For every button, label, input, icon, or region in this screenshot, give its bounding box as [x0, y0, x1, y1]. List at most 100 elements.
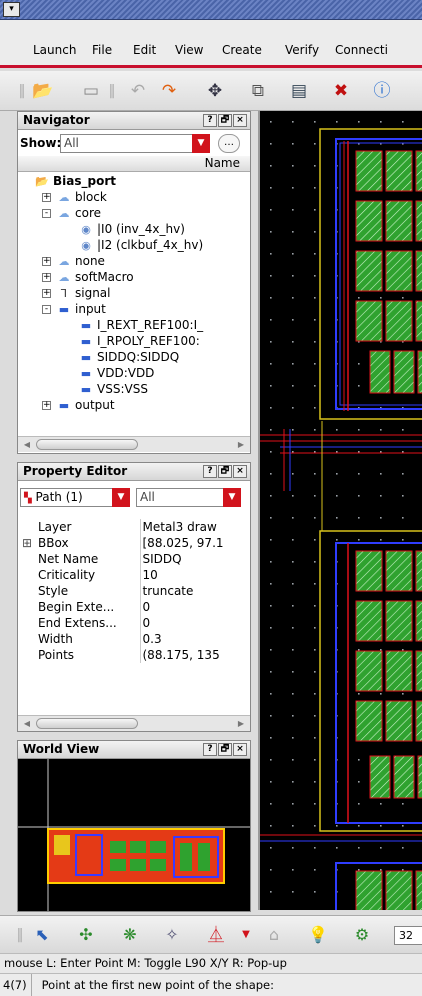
tree-item[interactable]: - ☁ core	[42, 206, 101, 221]
close-icon[interactable]: ×	[233, 114, 247, 127]
tree-item[interactable]: + ⅂ signal	[42, 286, 111, 301]
float-icon[interactable]: 🗗	[218, 465, 232, 478]
zoom-field[interactable]: 32	[394, 926, 422, 945]
property-row[interactable]: Style truncate	[18, 583, 236, 599]
tree-item[interactable]: 📂 Bias_port	[22, 174, 116, 189]
collapse-icon[interactable]: -	[42, 209, 51, 218]
property-value[interactable]: truncate	[140, 583, 236, 599]
properties-info-icon[interactable]: ⓘ	[371, 80, 393, 102]
expand-icon[interactable]: +	[42, 401, 51, 410]
select-mode-icon[interactable]: ✣	[74, 924, 98, 946]
property-row[interactable]: Net Name SIDDQ	[18, 551, 236, 567]
layout-canvas[interactable]	[258, 111, 422, 910]
tree-item[interactable]: + ▬ output	[42, 398, 115, 413]
expand-icon[interactable]: +	[42, 273, 51, 282]
net-icon: ⅂	[60, 287, 68, 300]
property-value[interactable]: SIDDQ	[140, 551, 236, 567]
move-icon[interactable]: ✥	[204, 80, 226, 102]
menu-verify[interactable]: Verify	[285, 43, 319, 57]
property-value[interactable]: Metal3 draw	[140, 519, 236, 535]
close-icon[interactable]: ×	[233, 465, 247, 478]
area-select-icon[interactable]: ❋	[118, 924, 142, 946]
path-object-label: Path (1)	[35, 490, 83, 504]
scroll-thumb[interactable]	[36, 439, 138, 450]
property-row[interactable]: Begin Exte... 0	[18, 599, 236, 615]
grid-snap-icon[interactable]: ⚙	[350, 924, 374, 946]
copy-icon[interactable]: ⧉	[247, 80, 269, 102]
property-expander-icon[interactable]: ⊞	[18, 535, 36, 551]
tree-item[interactable]: ▬ SIDDQ:SIDDQ	[66, 350, 179, 365]
scroll-right-icon[interactable]: ▶	[234, 717, 248, 730]
world-view-canvas[interactable]	[18, 759, 250, 911]
property-value[interactable]: 0.3	[140, 631, 236, 647]
property-value[interactable]: 10	[140, 567, 236, 583]
path-object-select[interactable]: ▚ Path (1) ▼	[20, 488, 130, 507]
property-row[interactable]: End Extens... 0	[18, 615, 236, 631]
tree-item[interactable]: ◉ |I0 (inv_4x_hv)	[66, 222, 185, 237]
show-filter-label: Show:	[20, 136, 62, 150]
show-filter-select[interactable]: All ▼	[60, 134, 210, 153]
help-icon[interactable]: ?	[203, 114, 217, 127]
navigator-title: Navigator	[23, 113, 90, 127]
scroll-thumb[interactable]	[36, 718, 138, 729]
chevron-down-icon[interactable]: ▼	[240, 924, 252, 946]
group-icon: ☁	[58, 191, 70, 204]
property-value[interactable]: (88.175, 135	[140, 647, 236, 663]
scroll-right-icon[interactable]: ▶	[234, 438, 248, 451]
tree-item[interactable]: - ▬ input	[42, 302, 106, 317]
property-expander-icon	[18, 567, 36, 583]
tree-item[interactable]: + ☁ none	[42, 254, 105, 269]
select-pointer-icon[interactable]: ⬉	[30, 924, 54, 946]
lightbulb-icon[interactable]: 💡	[306, 924, 330, 946]
tree-item[interactable]: ▬ I_REXT_REF100:I_	[66, 318, 203, 333]
window-menu-button[interactable]: ▾	[3, 2, 20, 17]
property-value[interactable]: 0	[140, 615, 236, 631]
property-filter-select[interactable]: All ▼	[136, 488, 241, 507]
menu-edit[interactable]: Edit	[133, 43, 156, 57]
property-row[interactable]: Width 0.3	[18, 631, 236, 647]
menu-file[interactable]: File	[92, 43, 112, 57]
property-row[interactable]: ⊞ BBox [88.025, 97.1	[18, 535, 236, 551]
menu-connectivity[interactable]: Connecti	[335, 43, 388, 57]
partial-select-icon[interactable]: ✧	[160, 924, 184, 946]
save-icon[interactable]: ▭	[80, 80, 102, 102]
undo-icon[interactable]: ↶	[127, 80, 149, 102]
open-folder-icon[interactable]: 📂	[32, 80, 54, 102]
redo-icon[interactable]: ↷	[158, 80, 180, 102]
ruler-icon[interactable]: ⌂	[262, 924, 286, 946]
expand-icon[interactable]: +	[42, 257, 51, 266]
float-icon[interactable]: 🗗	[218, 743, 232, 756]
tree-item[interactable]: + ☁ softMacro	[42, 270, 134, 285]
tree-item[interactable]: ▬ VDD:VDD	[66, 366, 155, 381]
menu-launch[interactable]: Launch	[33, 43, 76, 57]
create-pin-icon[interactable]: ⏅	[204, 924, 228, 946]
stretch-icon[interactable]: ▤	[288, 80, 310, 102]
property-row[interactable]: Layer Metal3 draw	[18, 519, 236, 535]
scroll-left-icon[interactable]: ◀	[20, 438, 34, 451]
tree-item[interactable]: + ☁ block	[42, 190, 107, 205]
float-icon[interactable]: 🗗	[218, 114, 232, 127]
path-icon: ▚	[24, 493, 32, 504]
tree-column-header[interactable]: Name	[18, 156, 250, 172]
property-row[interactable]: Criticality 10	[18, 567, 236, 583]
help-icon[interactable]: ?	[203, 465, 217, 478]
help-icon[interactable]: ?	[203, 743, 217, 756]
property-expander-icon	[18, 551, 36, 567]
navigator-hscrollbar[interactable]: ◀ ▶	[18, 436, 250, 452]
tree-item[interactable]: ◉ |I2 (clkbuf_4x_hv)	[66, 238, 203, 253]
property-value[interactable]: 0	[140, 599, 236, 615]
delete-icon[interactable]: ✖	[330, 80, 352, 102]
filter-options-button[interactable]: …	[218, 134, 240, 153]
tree-item[interactable]: ▬ I_RPOLY_REF100:	[66, 334, 200, 349]
property-value[interactable]: [88.025, 97.1	[140, 535, 236, 551]
scroll-left-icon[interactable]: ◀	[20, 717, 34, 730]
expand-icon[interactable]: +	[42, 193, 51, 202]
menu-create[interactable]: Create	[222, 43, 262, 57]
close-icon[interactable]: ×	[233, 743, 247, 756]
property-hscrollbar[interactable]: ◀ ▶	[18, 715, 250, 731]
collapse-icon[interactable]: -	[42, 305, 51, 314]
expand-icon[interactable]: +	[42, 289, 51, 298]
property-row[interactable]: Points (88.175, 135	[18, 647, 236, 663]
menu-view[interactable]: View	[175, 43, 203, 57]
tree-item[interactable]: ▬ VSS:VSS	[66, 382, 148, 397]
